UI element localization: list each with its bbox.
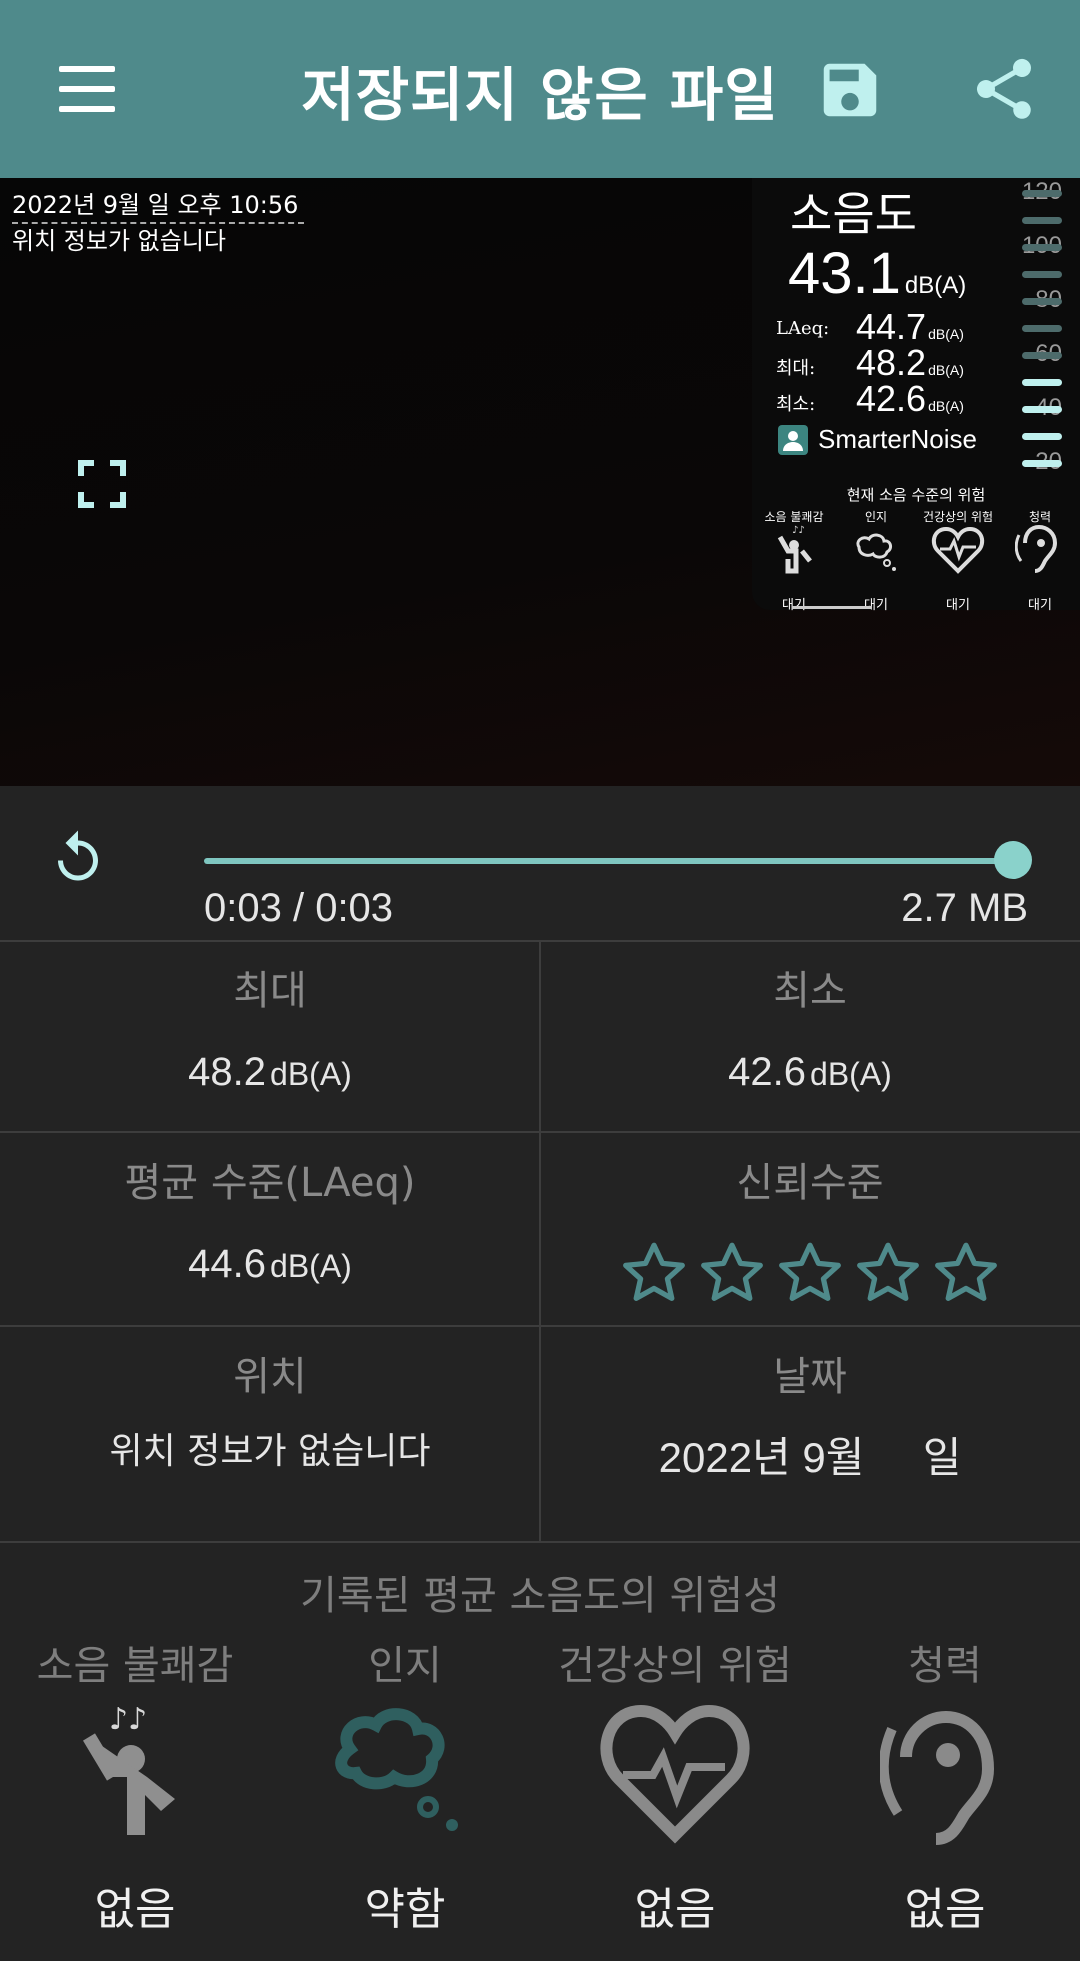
smarternoise-icon (778, 424, 808, 455)
annoyance-icon: ♪♪ (82, 1702, 175, 1835)
stat-date-value: 2022년 9월 일 (658, 1434, 962, 1481)
stat-min-label: 최소 (773, 968, 847, 1014)
risk-annoyance-level: 없음 (94, 1884, 176, 1935)
overlay-current-level: 43.1 dB(A) (788, 241, 967, 306)
level-bar (1022, 352, 1062, 359)
svg-text:♪♪: ♪♪ (792, 525, 805, 536)
level-bar (1022, 298, 1062, 305)
overlay-label: 소음도 (790, 187, 917, 241)
risk-cognition-level: 약함 (364, 1884, 446, 1935)
star-outline-icon (857, 1242, 919, 1301)
confidence-stars (540, 1238, 1080, 1308)
risk-title: 기록된 평균 소음도의 위험성 (300, 1573, 780, 1619)
overlay-cat-hearing: 청력 대기 (1000, 508, 1080, 613)
ear-icon (1014, 524, 1058, 573)
level-bar (1022, 271, 1062, 278)
svg-text:♪♪: ♪♪ (109, 1702, 147, 1737)
risk-hearing-label: 청력 (908, 1643, 982, 1689)
level-bar (1022, 217, 1062, 224)
player-controls: 0:03 / 0:03 2.7 MB (0, 786, 1080, 940)
brand-logo: SmarterNoise (778, 424, 977, 455)
level-bar (1022, 190, 1062, 197)
overlay-cat-cognition: 인지 대기 (836, 508, 916, 613)
level-scale: 120 100 80 60 40 20 (960, 178, 1080, 478)
cognition-icon (856, 533, 896, 571)
risk-health: 건강상의 위험 없음 (540, 1633, 810, 1937)
risk-health-level: 없음 (634, 1884, 716, 1935)
stat-location-value: 위치 정보가 없습니다 (109, 1431, 431, 1472)
ear-icon (878, 1710, 995, 1845)
replay-icon[interactable] (48, 826, 108, 890)
video-preview[interactable]: 2022년 9월 일 오후 10:56 위치 정보가 없습니다 소음도 43.1… (0, 178, 1080, 786)
page-title: 저장되지 않은 파일 (301, 61, 779, 129)
level-bar (1022, 325, 1062, 332)
overlay-min: 최소: 42.6 dB(A) (776, 378, 964, 419)
risk-hearing: 청력 없음 (810, 1633, 1080, 1937)
risk-section: 기록된 평균 소음도의 위험성 소음 불쾌감 ♪♪ 없음 인지 약함 건강상의 … (0, 1543, 1080, 1961)
risk-annoyance-label: 소음 불쾌감 (36, 1643, 234, 1689)
stat-date-label: 날짜 (773, 1354, 847, 1400)
overlay-cat-health: 건강상의 위험 대기 (922, 510, 994, 613)
risk-health-label: 건강상의 위험 (558, 1643, 792, 1689)
star-outline-icon (779, 1242, 841, 1301)
share-icon[interactable] (968, 53, 1040, 125)
star-outline-icon (701, 1242, 763, 1301)
heart-icon (931, 526, 985, 574)
stamp-location: 위치 정보가 없습니다 (12, 227, 226, 255)
level-bar (1022, 379, 1062, 386)
progress-thumb[interactable] (994, 841, 1032, 879)
risk-hearing-level: 없음 (904, 1884, 986, 1935)
save-icon[interactable] (815, 55, 885, 125)
star-outline-icon (935, 1242, 997, 1301)
stat-max-value: 48.2 dB(A) (188, 1050, 352, 1094)
fullscreen-icon[interactable] (78, 460, 126, 508)
stat-avg-label: 평균 수준(LAeq) (124, 1160, 416, 1206)
overlay-max: 최대: 48.2 dB(A) (776, 342, 964, 383)
stat-max-label: 최대 (233, 968, 307, 1014)
stat-confidence-label: 신뢰수준 (736, 1160, 884, 1206)
video-timestamp: 2022년 9월 일 오후 10:56 위치 정보가 없습니다 (12, 188, 305, 258)
risk-cognition: 인지 약함 (270, 1633, 540, 1937)
app-bar: 저장되지 않은 파일 (0, 0, 1080, 178)
playback-time: 0:03 / 0:03 (204, 886, 394, 930)
stat-min: 최소 42.6 dB(A) (540, 958, 1080, 1095)
level-bar (1022, 433, 1062, 440)
risk-annoyance: 소음 불쾌감 ♪♪ 없음 (0, 1633, 270, 1937)
annoyance-icon: ♪♪ (777, 525, 812, 574)
level-bar (1022, 244, 1062, 251)
brand-name: SmarterNoise (818, 424, 977, 454)
stat-max: 최대 48.2 dB(A) (0, 958, 540, 1095)
progress-track[interactable] (204, 858, 1014, 864)
star-outline-icon (623, 1242, 685, 1301)
stat-confidence: 신뢰수준 (540, 1150, 1080, 1308)
overlay-cat-annoyance: 소음 불쾌감 ♪♪ 대기 (754, 508, 834, 613)
level-bar (1022, 460, 1062, 467)
overlay-risk-title: 현재 소음 수준의 위험 (846, 486, 986, 504)
stats-grid: 최대 48.2 dB(A) 최소 42.6 dB(A) 평균 수준(LAeq) 44… (0, 940, 1080, 1543)
overlay-page-indicator (792, 606, 872, 609)
overlay-laeq: LAeq: 44.7 dB(A) (776, 306, 964, 347)
level-bar (1022, 406, 1062, 413)
stat-location: 위치 위치 정보가 없습니다 (0, 1344, 540, 1474)
stat-min-value: 42.6 dB(A) (728, 1050, 892, 1094)
stat-avg-value: 44.6 dB(A) (188, 1242, 352, 1286)
file-size: 2.7 MB (901, 886, 1028, 930)
stat-location-label: 위치 (233, 1354, 307, 1400)
risk-cognition-label: 인지 (368, 1643, 442, 1689)
stat-avg: 평균 수준(LAeq) 44.6 dB(A) (0, 1150, 540, 1287)
overlay-risk-categories: 소음 불쾌감 ♪♪ 대기 인지 대기 건강상의 위험 대기 청력 대기 (752, 508, 1080, 613)
stamp-datetime: 2022년 9월 일 오후 10:56 (12, 188, 305, 224)
cognition-icon (335, 1708, 458, 1831)
heart-icon (600, 1704, 750, 1844)
stat-date: 날짜 2022년 9월 일 (540, 1344, 1080, 1485)
